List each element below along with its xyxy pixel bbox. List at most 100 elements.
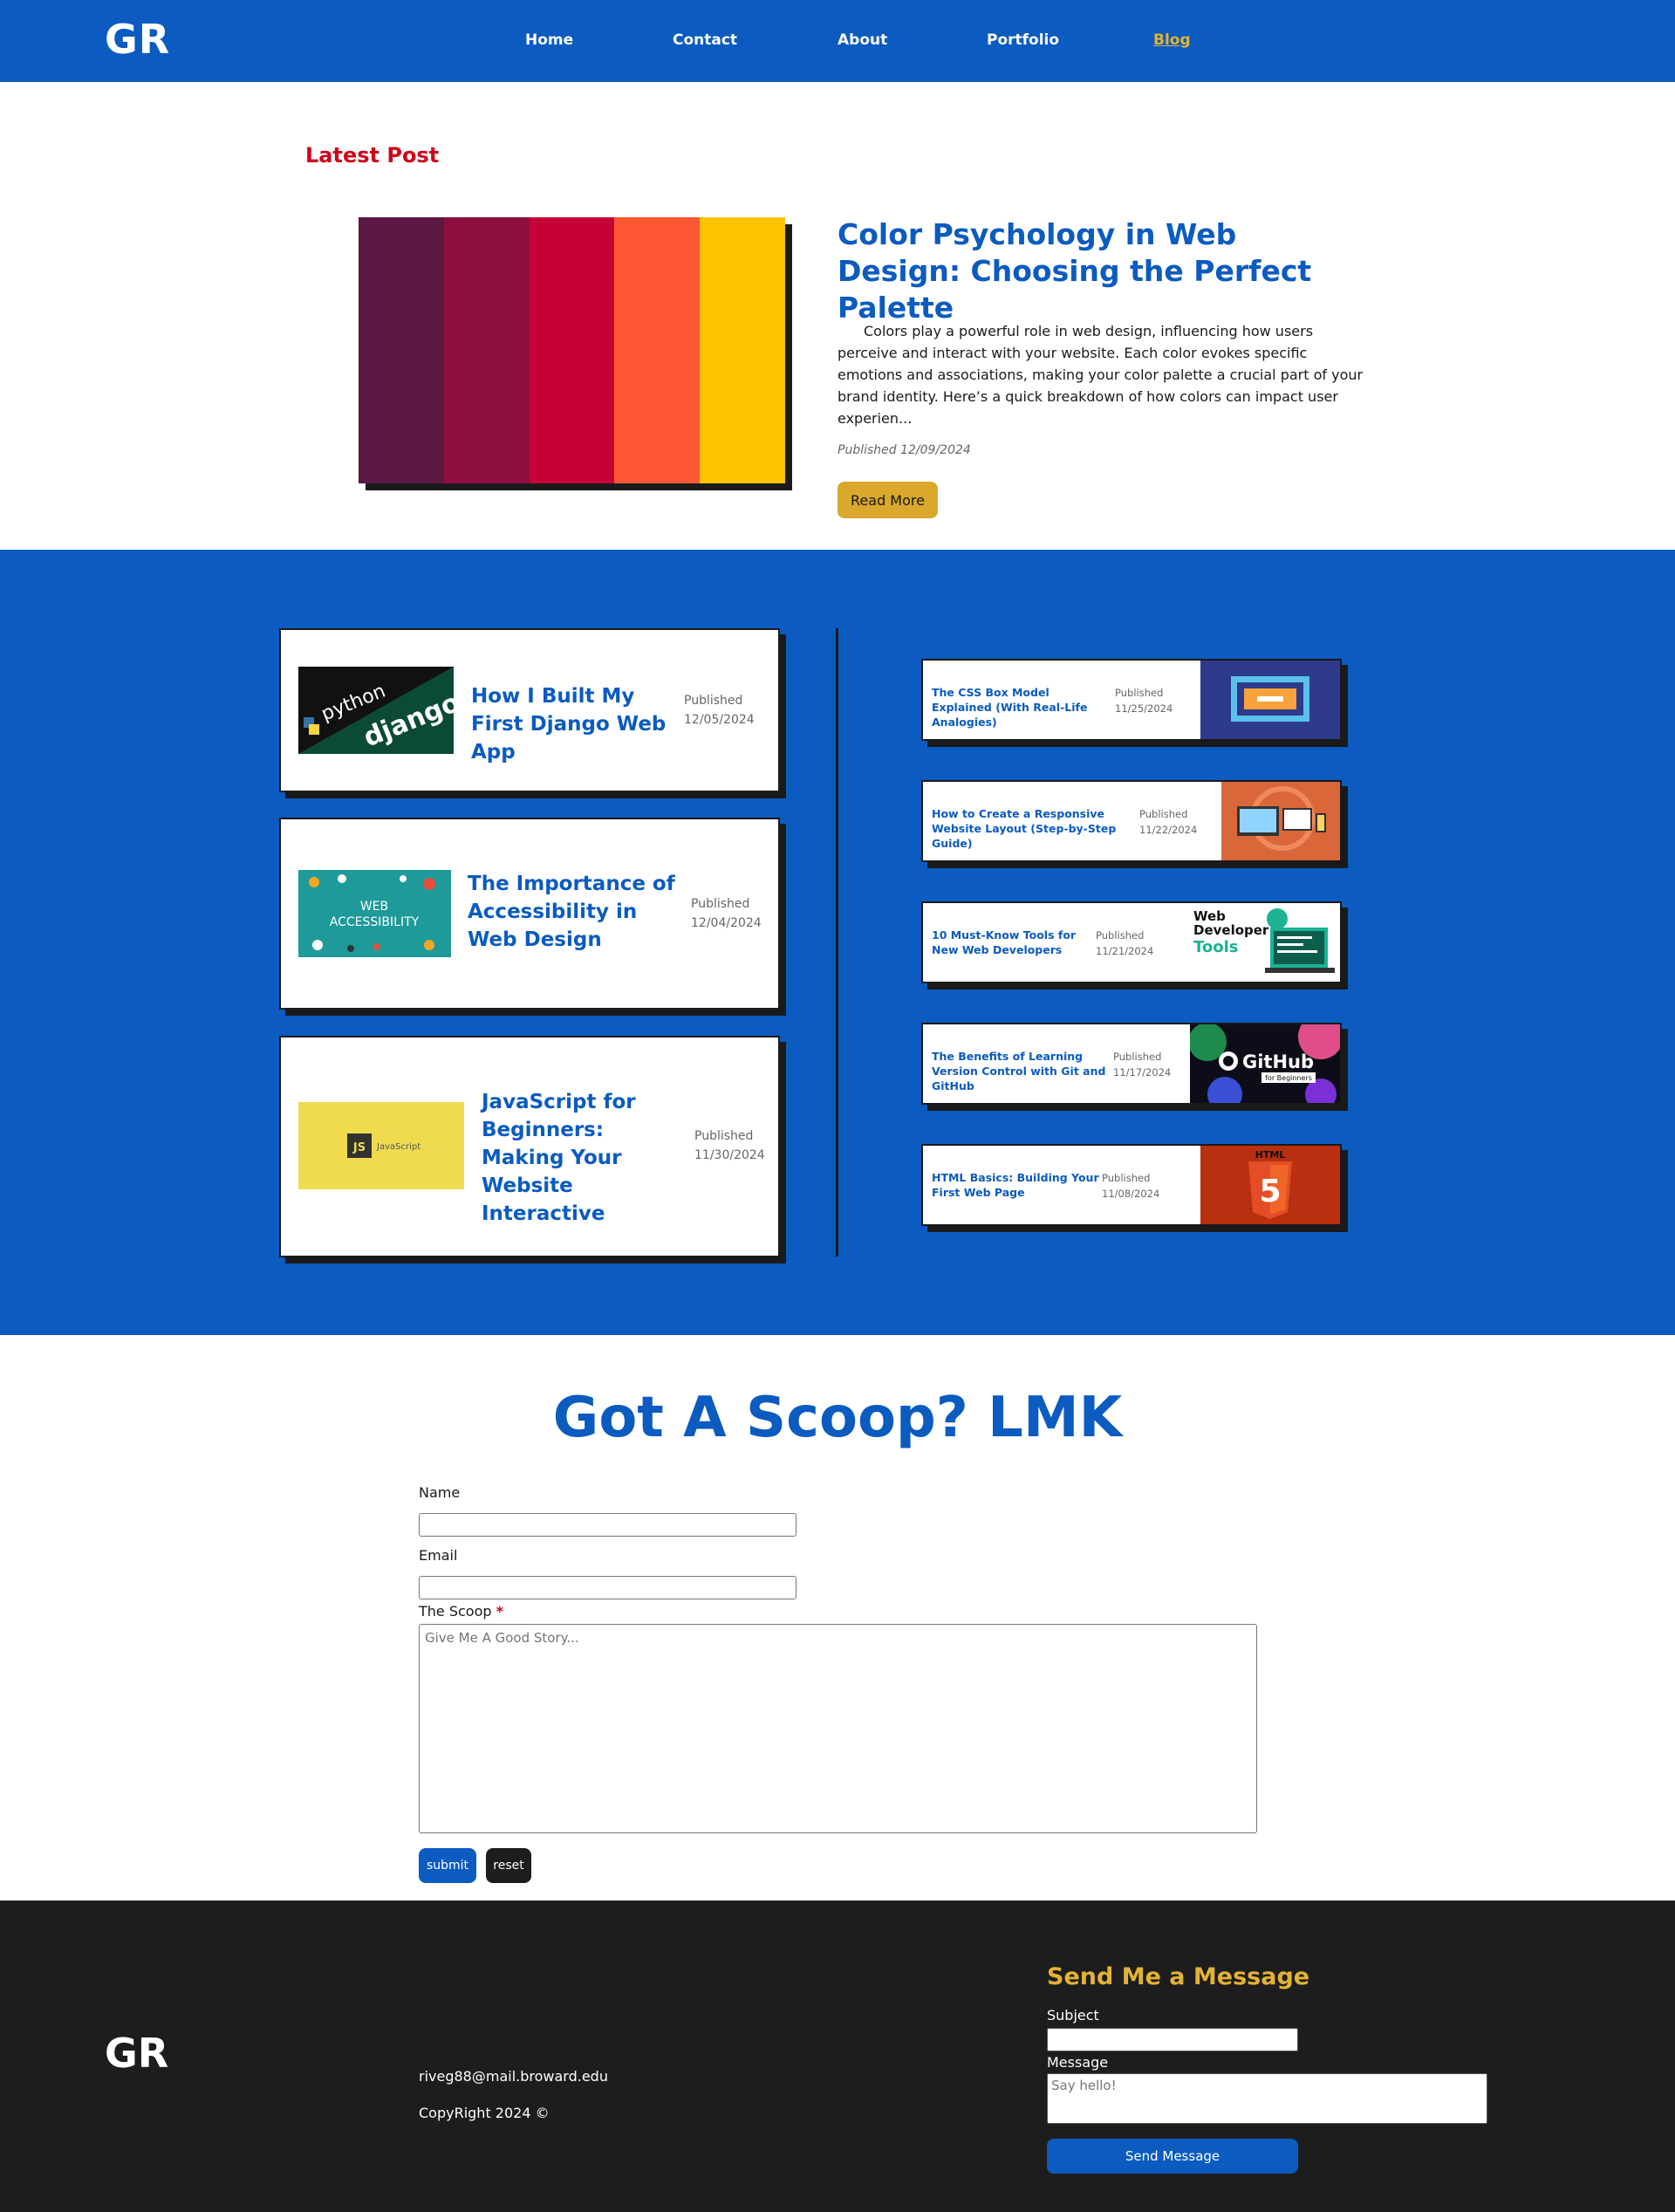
scoop-label-text: The Scoop — [419, 1603, 492, 1620]
blog-card-published: Published 12/04/2024 — [691, 894, 778, 933]
blog-card-git-github[interactable]: The Benefits of Learning Version Control… — [921, 1023, 1342, 1105]
javascript-logo-icon: JS JavaScript — [298, 1102, 464, 1189]
scoop-form-title: Got A Scoop? LMK — [552, 1386, 1123, 1450]
nav-link-contact[interactable]: Contact — [673, 31, 737, 49]
palette-swatch — [359, 217, 444, 483]
published-label: Published — [691, 897, 750, 911]
nav-link-about[interactable]: About — [838, 31, 887, 49]
html5-thumbnail: HTML 5 — [1200, 1146, 1340, 1224]
blog-card-title[interactable]: The CSS Box Model Explained (With Real-L… — [932, 685, 1111, 729]
blog-card-accessibility[interactable]: WEB ACCESSIBILITY The Importance of Acce… — [279, 818, 780, 1010]
accessibility-illustration-icon: WEB ACCESSIBILITY — [298, 870, 451, 957]
published-date: 11/08/2024 — [1102, 1188, 1160, 1200]
github-thumbnail: GitHub for Beginners — [1190, 1024, 1340, 1103]
blog-card-published: Published 11/30/2024 — [694, 1127, 782, 1165]
published-label: Published — [1139, 808, 1188, 820]
published-date: 11/21/2024 — [1096, 945, 1154, 957]
css-box-model-thumbnail — [1200, 661, 1340, 739]
blog-card-title[interactable]: The Importance of Accessibility in Web D… — [468, 870, 675, 954]
published-date: 11/22/2024 — [1139, 824, 1198, 836]
read-more-button[interactable]: Read More — [838, 482, 938, 518]
js-text: JS — [352, 1141, 366, 1154]
blog-card-title[interactable]: The Benefits of Learning Version Control… — [932, 1049, 1115, 1093]
blog-card-django[interactable]: python django How I Built My First Djang… — [279, 628, 780, 792]
subject-label: Subject — [1047, 2007, 1099, 2024]
palette-swatch — [443, 217, 530, 483]
send-message-button[interactable]: Send Message — [1047, 2139, 1298, 2174]
published-date: 12/04/2024 — [691, 916, 762, 930]
published-label: Published — [694, 1129, 754, 1143]
dev-tools-thumbnail: Web Developer Tools — [1190, 903, 1340, 982]
column-divider — [836, 628, 838, 1257]
blog-card-responsive-layout[interactable]: How to Create a Responsive Website Layou… — [921, 780, 1342, 862]
blog-card-published: Published 11/21/2024 — [1096, 928, 1166, 959]
developer-text: Developer — [1193, 922, 1269, 938]
responsive-layout-thumbnail — [1221, 782, 1340, 860]
color-palette-image — [359, 217, 785, 483]
nav-link-blog[interactable]: Blog — [1153, 31, 1191, 49]
latest-post-excerpt: Colors play a powerful role in web desig… — [838, 323, 1364, 427]
blog-card-title[interactable]: How to Create a Responsive Website Layou… — [932, 806, 1137, 851]
required-asterisk: * — [496, 1603, 503, 1620]
accessibility-text: ACCESSIBILITY — [330, 915, 420, 929]
nav-link-portfolio[interactable]: Portfolio — [987, 31, 1059, 49]
github-text: GitHub — [1242, 1051, 1314, 1072]
blog-card-published: Published 12/05/2024 — [684, 691, 771, 729]
published-label: Published — [1115, 687, 1164, 699]
published-date: 11/30/2024 — [694, 1148, 765, 1162]
palette-swatch — [700, 217, 785, 483]
blog-card-published: Published 11/22/2024 — [1139, 806, 1209, 838]
html-text: HTML — [1255, 1149, 1286, 1161]
palette-swatch — [614, 217, 701, 483]
blog-card-published: Published 11/17/2024 — [1113, 1049, 1183, 1080]
published-date: 11/25/2024 — [1115, 702, 1173, 715]
latest-post-date: Published 12/09/2024 — [838, 443, 971, 457]
github-logo-icon: GitHub for Beginners — [1190, 1024, 1340, 1103]
latest-post-title[interactable]: Color Psychology in Web Design: Choosing… — [838, 216, 1326, 326]
blog-card-javascript[interactable]: JS JavaScript JavaScript for Beginners: … — [279, 1036, 780, 1257]
name-input[interactable] — [419, 1513, 796, 1537]
python-django-thumbnail: python django — [298, 667, 454, 754]
site-logo[interactable]: GR — [105, 16, 170, 63]
published-label: Published — [1102, 1172, 1151, 1184]
css-box-model-icon — [1200, 661, 1340, 739]
palette-swatch — [529, 217, 615, 483]
published-date: 12/05/2024 — [684, 713, 755, 727]
blog-card-title[interactable]: HTML Basics: Building Your First Web Pag… — [932, 1170, 1106, 1200]
top-navbar: GR Home Contact About Portfolio Blog — [0, 0, 1675, 82]
site-footer — [0, 1900, 1675, 2212]
blog-card-css-box-model[interactable]: The CSS Box Model Explained (With Real-L… — [921, 659, 1342, 741]
blog-card-published: Published 11/08/2024 — [1102, 1170, 1172, 1202]
message-textarea[interactable] — [1047, 2073, 1487, 2124]
html5-logo-icon: HTML 5 — [1200, 1146, 1340, 1224]
javascript-text: JavaScript — [376, 1142, 420, 1152]
blog-card-title[interactable]: How I Built My First Django Web App — [471, 682, 672, 766]
blog-card-dev-tools[interactable]: 10 Must-Know Tools for New Web Developer… — [921, 901, 1342, 983]
blog-card-html-basics[interactable]: HTML Basics: Building Your First Web Pag… — [921, 1144, 1342, 1226]
web-text: WEB — [360, 900, 388, 914]
published-date: 11/17/2024 — [1113, 1066, 1172, 1079]
submit-button[interactable]: submit — [419, 1848, 476, 1883]
footer-copyright: CopyRight 2024 © — [419, 2105, 550, 2121]
web-accessibility-thumbnail: WEB ACCESSIBILITY — [298, 870, 451, 957]
blog-card-title[interactable]: JavaScript for Beginners: Making Your We… — [482, 1088, 682, 1228]
published-label: Published — [1113, 1051, 1162, 1063]
javascript-thumbnail: JS JavaScript — [298, 1102, 464, 1189]
python-django-logo-icon: python django — [298, 667, 454, 754]
scoop-label: The Scoop * — [419, 1603, 503, 1620]
tools-text: Tools — [1193, 938, 1239, 956]
blog-card-published: Published 11/25/2024 — [1115, 685, 1185, 716]
responsive-devices-icon — [1221, 782, 1340, 860]
developer-tools-icon: Web Developer Tools — [1190, 903, 1340, 982]
reset-button[interactable]: reset — [486, 1848, 531, 1883]
email-input[interactable] — [419, 1576, 796, 1599]
blog-card-title[interactable]: 10 Must-Know Tools for New Web Developer… — [932, 928, 1093, 957]
message-label: Message — [1047, 2054, 1109, 2071]
name-label: Name — [419, 1484, 461, 1501]
subject-input[interactable] — [1047, 2028, 1298, 2051]
footer-logo[interactable]: GR — [105, 2030, 168, 2077]
send-message-title: Send Me a Message — [1047, 1963, 1310, 1990]
scoop-textarea[interactable] — [419, 1624, 1257, 1833]
nav-link-home[interactable]: Home — [525, 31, 573, 49]
five-text: 5 — [1259, 1174, 1281, 1209]
